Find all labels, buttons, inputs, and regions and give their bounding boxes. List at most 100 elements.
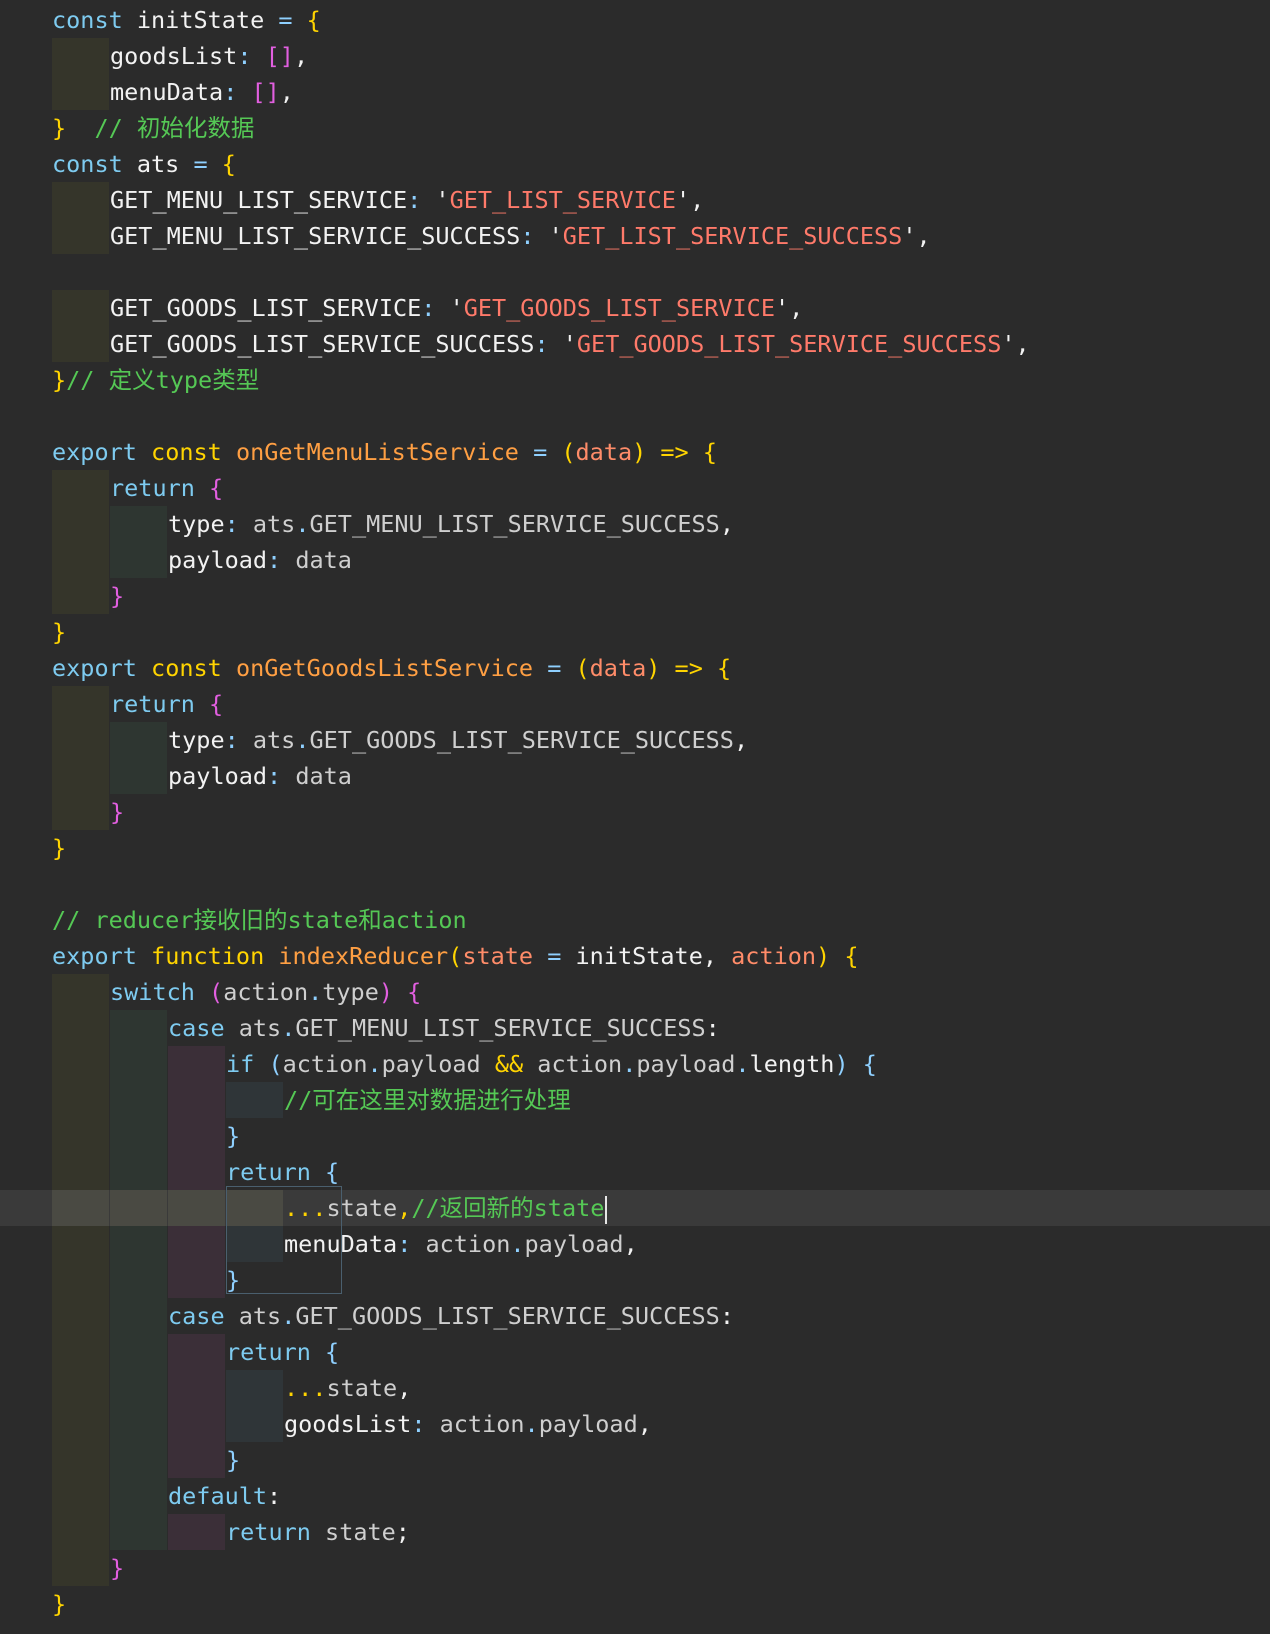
code-line[interactable] — [0, 398, 1270, 434]
code-token: . — [367, 1050, 382, 1078]
indent-guide — [52, 974, 109, 1010]
code-line[interactable]: } — [0, 578, 1270, 614]
code-token: { — [407, 978, 422, 1006]
code-token: : — [534, 330, 563, 358]
code-line[interactable]: ...state, — [0, 1370, 1270, 1406]
code-line[interactable]: type: ats.GET_MENU_LIST_SERVICE_SUCCESS, — [0, 506, 1270, 542]
indent-guide — [110, 1298, 167, 1334]
code-token: length — [749, 1050, 835, 1078]
code-line[interactable]: const initState = { — [0, 2, 1270, 38]
indent-guide — [110, 542, 167, 578]
indent-guide — [226, 1226, 283, 1262]
code-line[interactable]: } // 初始化数据 — [0, 110, 1270, 146]
code-line[interactable]: return { — [0, 1154, 1270, 1190]
code-line[interactable]: // reducer接收旧的state和action — [0, 902, 1270, 938]
code-line[interactable]: case ats.GET_MENU_LIST_SERVICE_SUCCESS: — [0, 1010, 1270, 1046]
code-line[interactable]: default: — [0, 1478, 1270, 1514]
code-line[interactable] — [0, 866, 1270, 902]
code-line[interactable]: } — [0, 794, 1270, 830]
code-token: , — [702, 942, 732, 970]
code-line[interactable]: GET_MENU_LIST_SERVICE_SUCCESS: 'GET_LIST… — [0, 218, 1270, 254]
code-line[interactable]: GET_GOODS_LIST_SERVICE: 'GET_GOODS_LIST_… — [0, 290, 1270, 326]
indent-guide — [52, 1118, 109, 1154]
code-line[interactable]: const ats = { — [0, 146, 1270, 182]
code-line[interactable]: return { — [0, 470, 1270, 506]
indent-guide — [110, 1478, 167, 1514]
code-line[interactable]: export const onGetMenuListService = (dat… — [0, 434, 1270, 470]
code-line[interactable]: return { — [0, 686, 1270, 722]
code-token: } — [110, 582, 125, 610]
code-line[interactable]: type: ats.GET_GOODS_LIST_SERVICE_SUCCESS… — [0, 722, 1270, 758]
code-token: case — [168, 1302, 239, 1330]
code-text: return { — [110, 686, 223, 722]
code-line[interactable]: return { — [0, 1334, 1270, 1370]
indent-guide — [52, 1550, 109, 1586]
code-line[interactable]: ...state,//返回新的state — [0, 1190, 1270, 1226]
code-line[interactable]: payload: data — [0, 542, 1270, 578]
code-token: GET_GOODS_LIST_SERVICE_SUCCESS — [110, 330, 535, 358]
code-line[interactable]: goodsList: action.payload, — [0, 1406, 1270, 1442]
code-token: : — [411, 1410, 440, 1438]
code-editor[interactable]: const initState = {goodsList: [], menuDat… — [0, 0, 1270, 1634]
code-line[interactable]: export const onGetGoodsListService = (da… — [0, 650, 1270, 686]
code-line[interactable]: }// 定义type类型 — [0, 362, 1270, 398]
code-token: ( — [268, 1050, 283, 1078]
code-line[interactable]: } — [0, 1550, 1270, 1586]
code-line[interactable]: goodsList: [], — [0, 38, 1270, 74]
indent-guide — [168, 1514, 225, 1550]
code-line[interactable]: } — [0, 1586, 1270, 1622]
code-line[interactable]: GET_GOODS_LIST_SERVICE_SUCCESS: 'GET_GOO… — [0, 326, 1270, 362]
code-token: ', — [675, 186, 705, 214]
code-line[interactable]: return state; — [0, 1514, 1270, 1550]
code-line[interactable]: } — [0, 1262, 1270, 1298]
code-token: GET_MENU_LIST_SERVICE — [110, 186, 408, 214]
code-token: } — [52, 618, 67, 646]
code-line[interactable]: payload: data — [0, 758, 1270, 794]
indent-guide — [168, 1046, 225, 1082]
code-token: GET_MENU_LIST_SERVICE_SUCCESS — [309, 510, 720, 538]
indent-guide — [52, 1046, 109, 1082]
code-line[interactable]: GET_MENU_LIST_SERVICE: 'GET_LIST_SERVICE… — [0, 182, 1270, 218]
code-token: initState — [575, 942, 703, 970]
code-token: //返回新的state — [411, 1194, 605, 1222]
code-token: return — [110, 474, 210, 502]
code-line[interactable]: if (action.payload && action.payload.len… — [0, 1046, 1270, 1082]
indent-guide — [110, 722, 167, 758]
code-text: if (action.payload && action.payload.len… — [226, 1046, 877, 1082]
code-line[interactable]: menuData: [], — [0, 74, 1270, 110]
code-token: { — [209, 690, 224, 718]
code-line[interactable]: } — [0, 1118, 1270, 1154]
code-token: { — [844, 942, 859, 970]
code-line[interactable]: } — [0, 830, 1270, 866]
code-line[interactable]: } — [0, 1442, 1270, 1478]
code-token: ats — [252, 726, 296, 754]
indent-guide — [52, 1190, 109, 1226]
code-line[interactable]: case ats.GET_GOODS_LIST_SERVICE_SUCCESS: — [0, 1298, 1270, 1334]
code-token: , — [397, 1374, 412, 1402]
code-text: goodsList: action.payload, — [284, 1406, 652, 1442]
indent-guide — [168, 1118, 225, 1154]
code-token: ) — [646, 654, 675, 682]
code-token: default — [168, 1482, 268, 1510]
code-line[interactable]: menuData: action.payload, — [0, 1226, 1270, 1262]
indent-guide — [52, 470, 109, 506]
code-line[interactable]: switch (action.type) { — [0, 974, 1270, 1010]
code-line[interactable] — [0, 254, 1270, 290]
code-text: switch (action.type) { — [110, 974, 421, 1010]
code-token: action — [537, 1050, 623, 1078]
code-token: ', — [1001, 330, 1030, 358]
code-token: menuData — [110, 78, 224, 106]
code-line[interactable]: export function indexReducer(state = ini… — [0, 938, 1270, 974]
code-line[interactable]: } — [0, 614, 1270, 650]
code-line[interactable]: //可在这里对数据进行处理 — [0, 1082, 1270, 1118]
code-text: case ats.GET_MENU_LIST_SERVICE_SUCCESS: — [168, 1010, 720, 1046]
indent-guide — [168, 1154, 225, 1190]
code-token: . — [524, 1410, 539, 1438]
code-token: ( — [209, 978, 224, 1006]
indent-guide — [110, 1010, 167, 1046]
code-token: export — [52, 438, 152, 466]
code-text: goodsList: [], — [110, 38, 308, 74]
code-token: const — [52, 150, 137, 178]
indent-guide — [110, 1082, 167, 1118]
code-token: data — [295, 762, 352, 790]
